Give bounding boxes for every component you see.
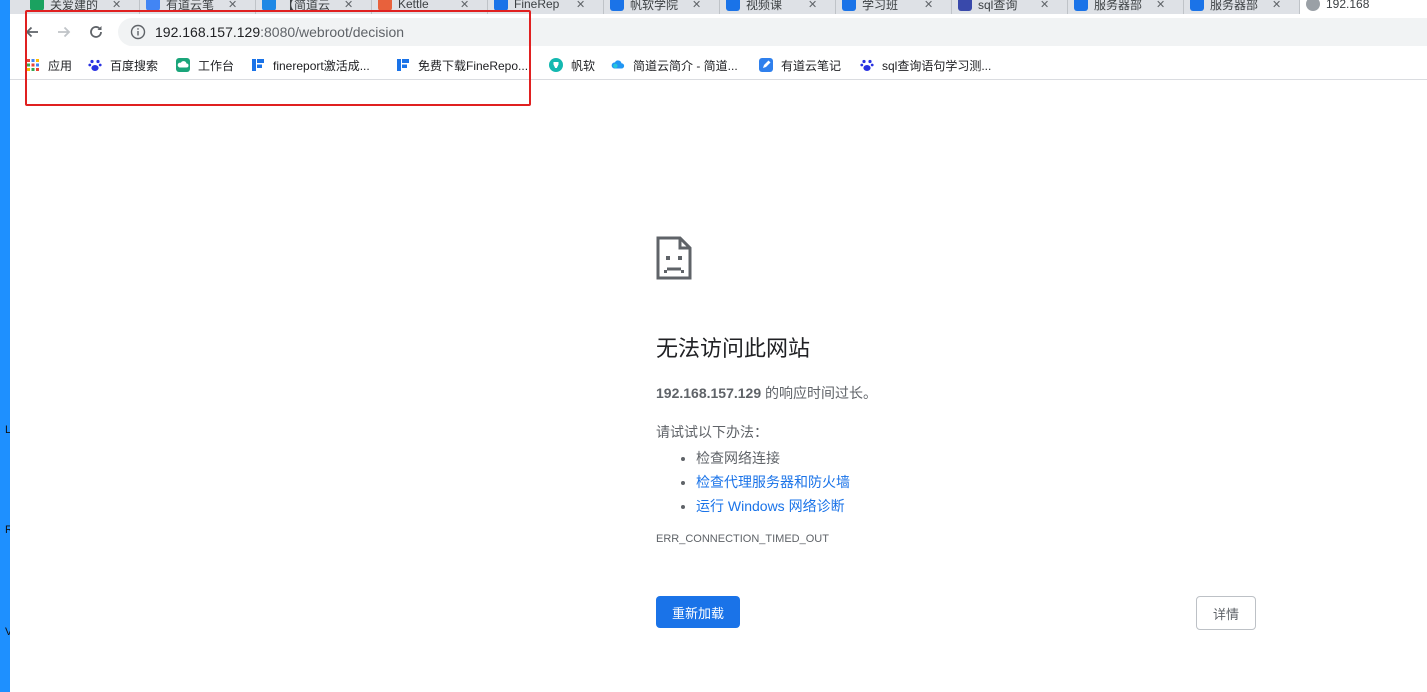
close-icon[interactable]: ✕ <box>112 0 121 11</box>
desktop-background: L R V <box>0 0 13 692</box>
tab-title: 帆软学院 <box>630 0 679 12</box>
bookmark-label: 有道云笔记 <box>781 58 842 73</box>
sad-document-icon <box>656 236 692 280</box>
error-title: 无法访问此网站 <box>656 336 811 361</box>
suggestion-item: 检查代理服务器和防火墙 <box>696 470 1266 494</box>
suggestion-item: 运行 Windows 网络诊断 <box>696 494 1266 518</box>
tab-favicon-icon <box>610 0 624 11</box>
error-subtitle: 192.168.157.129 的响应时间过长。 <box>656 383 1266 403</box>
bookmark-item[interactable]: 帆软 <box>549 56 595 74</box>
close-icon[interactable]: ✕ <box>692 0 701 11</box>
tab-favicon-icon <box>726 0 740 11</box>
jiandaoyun-icon <box>611 58 625 72</box>
suggestion-link-proxy[interactable]: 检查代理服务器和防火墙 <box>696 474 850 490</box>
tab[interactable]: 服务器部 ✕ <box>1068 0 1184 14</box>
close-icon[interactable]: ✕ <box>228 0 237 11</box>
tab[interactable]: 服务器部 ✕ <box>1184 0 1300 14</box>
tab-favicon-icon <box>1074 0 1088 11</box>
tab-title: 192.168 <box>1326 0 1370 11</box>
close-icon[interactable]: ✕ <box>1040 0 1049 11</box>
youdao-note-icon <box>759 58 773 72</box>
suggestion-link-diagnostics[interactable]: 运行 Windows 网络诊断 <box>696 498 845 514</box>
bookmark-label: 帆软 <box>571 58 596 73</box>
close-icon[interactable]: ✕ <box>1272 0 1281 11</box>
error-host: 192.168.157.129 <box>656 385 762 401</box>
tab-favicon-icon <box>1306 0 1320 11</box>
close-icon[interactable]: ✕ <box>808 0 817 11</box>
close-icon[interactable]: ✕ <box>924 0 933 11</box>
tab-active[interactable]: 192.168 <box>1300 0 1427 14</box>
bookmark-label: sql查询语句学习测... <box>882 58 992 73</box>
bookmark-item[interactable]: 简道云简介 - 简道... <box>611 56 738 74</box>
close-icon[interactable]: ✕ <box>1156 0 1165 11</box>
details-button[interactable]: 详情 <box>1196 596 1256 630</box>
tab-favicon-icon <box>958 0 972 11</box>
tab[interactable]: 帆软学院 ✕ <box>604 0 720 14</box>
suggestion-item: 检查网络连接 <box>696 446 1266 470</box>
bookmark-label: 简道云简介 - 简道... <box>633 58 738 73</box>
error-code: ERR_CONNECTION_TIMED_OUT <box>656 533 829 545</box>
error-page: 无法访问此网站 192.168.157.129 的响应时间过长。 请试试以下办法… <box>656 236 1266 630</box>
close-icon[interactable]: ✕ <box>576 0 585 11</box>
browser-window: 关爱建的 ✕ 有道云笔 ✕ 【简道云 ✕ Kettle ✕ FineRep ✕ 帆软学院 ✕… <box>10 0 1427 692</box>
suggestions-list: 检查网络连接 检查代理服务器和防火墙 运行 Windows 网络诊断 <box>656 446 1266 518</box>
tab[interactable]: 学习班 ✕ <box>836 0 952 14</box>
tab-favicon-icon <box>1190 0 1204 11</box>
tab[interactable]: sql查询 ✕ <box>952 0 1068 14</box>
fanruan-icon <box>549 58 563 72</box>
bookmark-item[interactable]: 有道云笔记 <box>759 56 841 74</box>
baidu-paw-icon <box>860 58 874 72</box>
tab[interactable]: 视频课 ✕ <box>720 0 836 14</box>
close-icon[interactable]: ✕ <box>460 0 469 11</box>
tab-title: 服务器部 <box>1094 0 1143 12</box>
suggestions-heading: 请试试以下办法： <box>656 424 768 440</box>
tab-title: 服务器部 <box>1210 0 1259 12</box>
tab-title: 视频课 <box>746 0 783 12</box>
tab-favicon-icon <box>842 0 856 11</box>
reload-page-button[interactable]: 重新加载 <box>656 596 740 628</box>
bookmark-item[interactable]: sql查询语句学习测... <box>860 56 991 74</box>
tab-title: sql查询 <box>978 0 1018 12</box>
close-icon[interactable]: ✕ <box>344 0 353 11</box>
annotation-highlight-box <box>25 10 531 106</box>
tab-title: 学习班 <box>862 0 899 12</box>
error-subtitle-text: 的响应时间过长。 <box>761 385 877 401</box>
